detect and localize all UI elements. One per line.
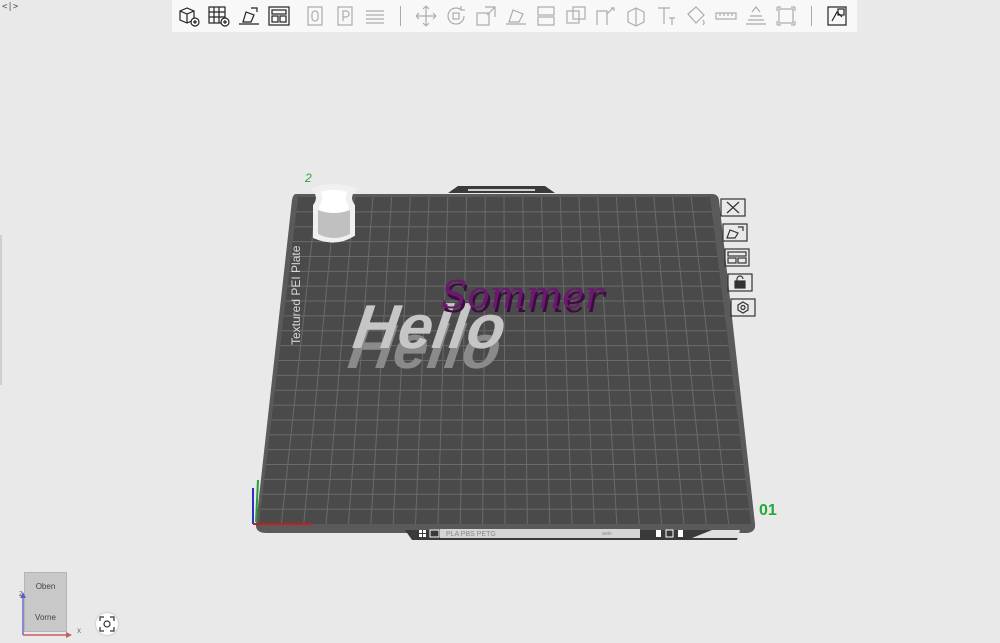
axes-gizmo [20, 592, 72, 638]
lock-plate-button[interactable] [727, 273, 753, 292]
plate-side-toolbar [720, 198, 760, 323]
gear-icon [730, 298, 756, 317]
arrange-icon [724, 248, 750, 267]
plate-number[interactable]: 01 [759, 502, 777, 520]
status-label: auto [602, 531, 612, 537]
close-plate-button[interactable] [720, 198, 746, 217]
close-icon [720, 198, 746, 217]
sommer-face: Sommer [441, 273, 605, 317]
orient-icon [722, 223, 748, 242]
3d-viewport[interactable]: PLA PBS PETG auto Textured PEI Plate Hel… [0, 0, 1000, 643]
orient-plate-button[interactable] [722, 223, 748, 242]
plate-settings-button[interactable] [730, 298, 756, 317]
filament-label: PLA PBS PETG [446, 531, 496, 538]
arrange-plate-button[interactable] [724, 248, 750, 267]
model-sommer[interactable]: Sommer Sommer [441, 273, 607, 321]
zoom-to-fit-button[interactable] [96, 613, 118, 635]
axis-x-label: X [77, 629, 82, 635]
zoom-fit-icon [99, 616, 115, 632]
axis-z-label: Z [19, 592, 23, 598]
bed-text: Textured PEI Plate [289, 245, 303, 345]
model-small-block[interactable] [311, 184, 357, 243]
object-badge: 2 [305, 171, 312, 185]
lock-icon [727, 273, 753, 292]
